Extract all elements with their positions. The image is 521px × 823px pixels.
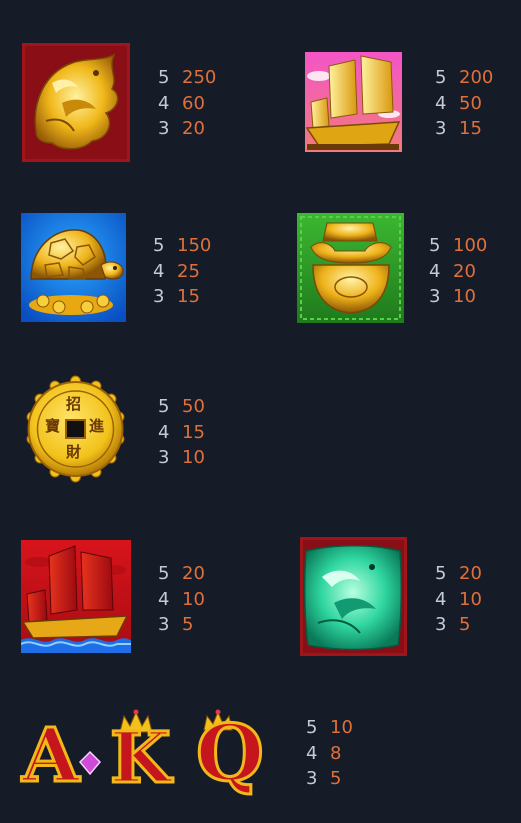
- payout-value: 150: [177, 235, 212, 256]
- golden-junk-ship-symbol: [305, 52, 402, 152]
- match-count: 4: [429, 260, 441, 282]
- match-count: 3: [153, 286, 165, 307]
- pay-table-golden-junk-ship: 5 200 4 50 3 15: [435, 65, 493, 142]
- red-junk-ship-symbol: [21, 540, 131, 653]
- payout-value: 15: [459, 118, 482, 139]
- payout-value: 50: [182, 396, 205, 417]
- coin-character-bottom: 財: [66, 443, 82, 461]
- pay-row: 4 50: [435, 91, 493, 117]
- match-count: 3: [158, 614, 170, 635]
- payout-value: 20: [182, 563, 205, 584]
- payout-value: 5: [182, 614, 194, 635]
- payout-value: 15: [182, 421, 205, 443]
- match-count: 5: [158, 67, 170, 88]
- pay-row: 5 100: [429, 233, 487, 259]
- payout-value: 10: [453, 286, 476, 307]
- match-count: 4: [435, 92, 447, 114]
- golden-turtle-symbol: [21, 213, 126, 322]
- payout-value: 5: [459, 614, 471, 635]
- pay-row: 5 150: [153, 233, 211, 259]
- payout-value: 15: [177, 286, 200, 307]
- pay-row: 35: [435, 612, 482, 638]
- payout-value: 60: [182, 92, 205, 114]
- payout-value: 20: [453, 260, 476, 282]
- pay-row: 3 10: [158, 445, 205, 471]
- payout-value: 200: [459, 67, 494, 88]
- match-count: 3: [435, 614, 447, 635]
- card-letters-symbol: A K Q: [20, 706, 282, 798]
- payout-value: 10: [330, 717, 353, 738]
- payout-value: 5: [330, 768, 342, 789]
- coin-character-right: 進: [89, 417, 105, 435]
- payout-value: 50: [459, 92, 482, 114]
- match-count: 4: [153, 260, 165, 282]
- golden-phoenix-symbol: [22, 43, 130, 162]
- payout-value: 8: [330, 742, 342, 764]
- jade-phoenix-symbol: [300, 537, 407, 656]
- match-count: 4: [158, 588, 170, 610]
- coin-character-left: 寶: [45, 417, 61, 435]
- coin-character-top: 招: [66, 395, 82, 413]
- match-count: 3: [429, 286, 441, 307]
- match-count: 3: [158, 118, 170, 139]
- pay-table-red-junk-ship: 5 20 4 10 35: [158, 561, 205, 638]
- match-count: 3: [158, 447, 170, 468]
- pay-row: 35: [158, 612, 205, 638]
- match-count: 5: [153, 235, 165, 256]
- pay-row: 5 250: [158, 65, 216, 91]
- pay-row: 48: [306, 741, 353, 767]
- pay-row: 4 25: [153, 259, 211, 285]
- match-count: 3: [435, 118, 447, 139]
- pay-row: 3 20: [158, 116, 216, 142]
- pay-row: 4 10: [435, 587, 482, 613]
- match-count: 5: [158, 563, 170, 584]
- match-count: 4: [158, 421, 170, 443]
- pay-row: 4 20: [429, 259, 487, 285]
- match-count: 5: [429, 235, 441, 256]
- payout-value: 10: [182, 447, 205, 468]
- match-count: 5: [158, 396, 170, 417]
- pay-table-aces-kings-queens: 5 10 48 35: [306, 715, 353, 792]
- payout-value: 20: [182, 118, 205, 139]
- match-count: 4: [435, 588, 447, 610]
- pay-table-jade-phoenix: 5 20 4 10 35: [435, 561, 482, 638]
- match-count: 5: [435, 67, 447, 88]
- match-count: 5: [306, 717, 318, 738]
- payout-value: 20: [459, 563, 482, 584]
- gold-ingot-symbol: [297, 213, 404, 323]
- payout-value: 250: [182, 67, 217, 88]
- match-count: 5: [435, 563, 447, 584]
- match-count: 3: [306, 768, 318, 789]
- pay-row: 35: [306, 766, 353, 792]
- pay-row: 5 20: [158, 561, 205, 587]
- pay-table-gold-ingot: 5 100 4 20 3 10: [429, 233, 487, 310]
- payout-value: 10: [182, 588, 205, 610]
- pay-row: 3 10: [429, 284, 487, 310]
- pay-row: 3 15: [435, 116, 493, 142]
- payout-value: 100: [453, 235, 488, 256]
- pay-row: 4 15: [158, 420, 205, 446]
- pay-row: 3 15: [153, 284, 211, 310]
- pay-table-golden-phoenix: 5 250 4 60 3 20: [158, 65, 216, 142]
- pay-row: 5 200: [435, 65, 493, 91]
- pay-row: 5 20: [435, 561, 482, 587]
- pay-table-gold-coin: 5 50 4 15 3 10: [158, 394, 205, 471]
- payout-value: 10: [459, 588, 482, 610]
- payout-value: 25: [177, 260, 200, 282]
- match-count: 4: [158, 92, 170, 114]
- pay-row: 4 60: [158, 91, 216, 117]
- gem-icon: [78, 750, 102, 776]
- pay-row: 4 10: [158, 587, 205, 613]
- gold-coin-symbol: 招 進 財 寶: [21, 375, 130, 483]
- pay-row: 5 10: [306, 715, 353, 741]
- pay-table-golden-turtle: 5 150 4 25 3 15: [153, 233, 211, 310]
- match-count: 4: [306, 742, 318, 764]
- pay-row: 5 50: [158, 394, 205, 420]
